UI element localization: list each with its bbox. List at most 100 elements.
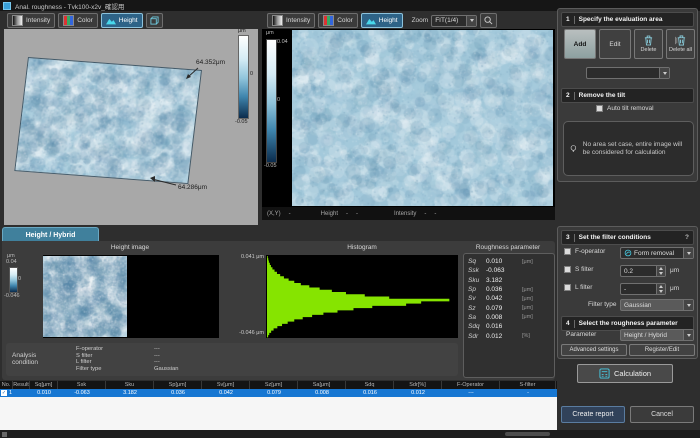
l-filter-unit: μm (670, 285, 679, 292)
table-cell: 0.042 (202, 389, 250, 397)
height-image-colorbar (9, 267, 18, 293)
table-header-cell[interactable]: S-filter (500, 381, 556, 389)
lightbulb-icon (570, 141, 577, 157)
delete-button[interactable]: Delete (634, 29, 663, 59)
color-icon (323, 15, 334, 26)
delete-all-button[interactable]: Delete all (666, 29, 695, 59)
intensity-icon (272, 15, 283, 26)
section-3-header: 3 Set the filter conditions ? (561, 230, 694, 245)
height-map-viewport[interactable]: μm 0.04 0 -0.05 (262, 29, 555, 207)
parameter-select[interactable]: Height / Hybrid (620, 329, 694, 341)
table-header-cell[interactable]: No. (0, 381, 13, 389)
view-3d-button[interactable] (146, 13, 163, 28)
analysis-condition-box: Analysiscondition F-operator---S filter-… (6, 343, 458, 376)
table-cell: 0.016 (346, 389, 394, 397)
histogram-bottom-label: -0.046 μm (226, 330, 264, 336)
roughness-row: Sdr0.012[%] (464, 331, 554, 340)
register-edit-button[interactable]: Register/Edit (629, 344, 695, 356)
s-filter-checkbox[interactable] (564, 266, 571, 273)
dropdown-arrow-icon (683, 248, 693, 258)
table-header-cell[interactable]: Sz[μm] (250, 381, 298, 389)
table-cell: 3.182 (106, 389, 154, 397)
histogram-title: Histogram (266, 244, 458, 251)
form-removal-icon (624, 249, 632, 257)
spinner-icon[interactable] (656, 266, 665, 276)
analysis-condition-row: Filter typeGaussian (76, 366, 179, 373)
advanced-settings-button[interactable]: Advanced settings (561, 344, 627, 356)
window-title: Anal. roughness - Tvk100-x2v_確認用 (15, 1, 124, 11)
table-header-cell[interactable]: Sv[μm] (202, 381, 250, 389)
surface-3d-viewport[interactable]: 64.352μm 64.286μm μm 0 -0.05 (4, 29, 258, 225)
scrollbar-thumb[interactable] (505, 432, 550, 436)
row-checkbox[interactable]: ✓ (1, 390, 7, 396)
colorbar2d-bottom: -0.05 (264, 163, 277, 169)
width-axis-label: 64.352μm (196, 59, 225, 66)
spinner-icon[interactable] (656, 284, 665, 294)
table-cell: --- (442, 389, 500, 397)
table-header-cell[interactable]: Sq[μm] (30, 381, 58, 389)
calculator-icon (599, 368, 610, 379)
table-header-cell[interactable]: Result (13, 381, 30, 389)
horizontal-scrollbar[interactable] (0, 430, 700, 438)
results-table-header: No.ResultSq[μm]SskSkuSp[μm]Sv[μm]Sz[μm]S… (0, 381, 557, 389)
add-button[interactable]: Add (564, 29, 596, 59)
dropdown-arrow-icon (659, 68, 669, 78)
magnifier-button[interactable] (480, 13, 497, 28)
help-icon[interactable]: ? (685, 234, 689, 241)
table-header-cell[interactable]: Sdq (346, 381, 394, 389)
table-header-cell[interactable]: Ssk (58, 381, 106, 389)
roughness-row: Sz0.079[μm] (464, 303, 554, 312)
filter-type-select[interactable]: Gaussian (620, 299, 694, 311)
table-header-cell[interactable]: Sp[μm] (154, 381, 202, 389)
table-cell: 0.012 (394, 389, 442, 397)
viewer2d-statusbar: (X,Y) - Height - - Intensity - - (262, 207, 555, 220)
cancel-button[interactable]: Cancel (630, 406, 694, 423)
height-button-2d[interactable]: Height (361, 13, 403, 28)
f-operator-checkbox[interactable] (564, 248, 571, 255)
calculation-button[interactable]: Calculation (577, 364, 673, 383)
height-image-box (43, 255, 219, 338)
results-table-row-selected[interactable]: ✓10.010-0.0633.1820.0360.0420.0790.0080.… (0, 389, 557, 397)
app-icon (3, 2, 11, 10)
s-filter-input[interactable]: 0.2 (620, 265, 666, 277)
trash-icon (644, 35, 653, 46)
filter-type-label: Filter type (588, 301, 617, 308)
colorbar-2d (266, 39, 277, 163)
color-button-2d[interactable]: Color (318, 13, 358, 28)
evaluation-card: 1 Specify the evaluation area Add Edit D… (557, 8, 698, 182)
table-header-cell[interactable]: F-Operator (442, 381, 500, 389)
s-filter-unit: μm (670, 267, 679, 274)
height-image-title: Height image (42, 244, 218, 251)
height-image-canvas (43, 256, 127, 337)
edit-button[interactable]: Edit (599, 29, 631, 59)
zoom-select[interactable]: FIT(1/4) (431, 15, 477, 27)
table-header-cell[interactable]: Sa[μm] (298, 381, 346, 389)
table-cell: 0.008 (298, 389, 346, 397)
f-operator-select[interactable]: Form removal (620, 247, 694, 259)
area-select[interactable] (586, 67, 670, 79)
l-filter-checkbox[interactable] (564, 284, 571, 291)
hi-colorbar-top: 0.04 (6, 259, 17, 265)
dropdown-arrow-icon (683, 330, 693, 340)
intensity-button[interactable]: Intensity (7, 13, 55, 28)
height-map-canvas (292, 30, 553, 206)
create-report-button[interactable]: Create report (561, 406, 625, 423)
table-header-cell[interactable]: Sku (106, 381, 154, 389)
table-cell (13, 389, 30, 397)
table-header-cell[interactable]: Sdr[%] (394, 381, 442, 389)
auto-tilt-checkbox[interactable] (596, 105, 603, 112)
intensity-button-2d[interactable]: Intensity (267, 13, 315, 28)
tab-height-hybrid[interactable]: Height / Hybrid (2, 227, 99, 242)
depth-axis-label: 64.286μm (178, 184, 207, 191)
color-button[interactable]: Color (58, 13, 98, 28)
l-filter-input[interactable]: - (620, 283, 666, 295)
height-button[interactable]: Height (101, 13, 143, 28)
roughness-row: Sdq0.016 (464, 322, 554, 331)
dropdown-arrow-icon (683, 300, 693, 310)
evaluation-buttons: Add Edit Delete Delete all (564, 29, 695, 59)
magnifier-icon (484, 16, 493, 25)
table-cell: 0.079 (250, 389, 298, 397)
color-icon (63, 15, 74, 26)
s-filter-row: S filter (564, 266, 593, 273)
colorbar2d-unit: μm (266, 30, 274, 36)
